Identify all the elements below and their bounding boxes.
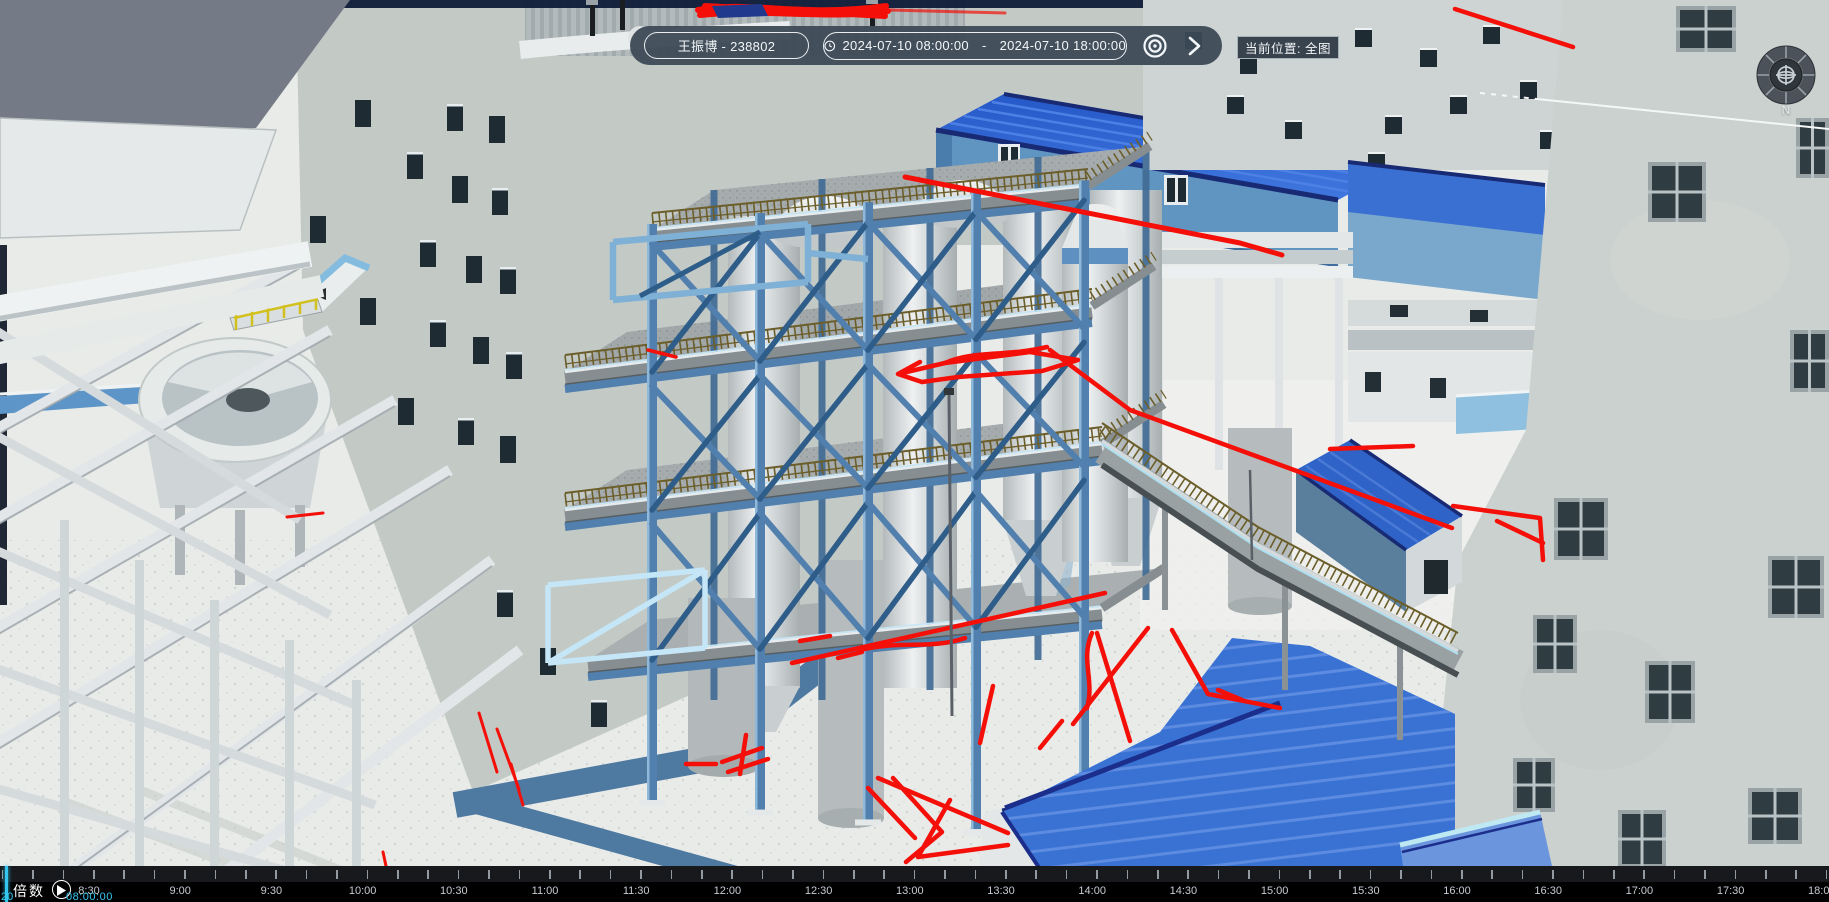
timeline-tick[interactable] bbox=[549, 870, 551, 879]
timeline-tick[interactable] bbox=[883, 870, 885, 879]
timeline-tick[interactable] bbox=[1309, 870, 1311, 879]
timeline-tick[interactable] bbox=[1461, 870, 1463, 879]
timeline-tick[interactable] bbox=[944, 870, 946, 879]
clipped-date-fragment: 20 bbox=[1, 891, 13, 902]
timeline-tick[interactable] bbox=[640, 870, 642, 879]
location-label: 当前位置: 全图 bbox=[1237, 36, 1339, 59]
timeline-label: 15:00 bbox=[1261, 885, 1289, 897]
timeline-tick[interactable] bbox=[792, 870, 794, 879]
locate-button[interactable] bbox=[1140, 31, 1170, 61]
timeline-tick[interactable] bbox=[671, 870, 673, 879]
north-label: N bbox=[1754, 103, 1818, 117]
chevron-right-icon bbox=[1183, 34, 1205, 58]
timeline-tick[interactable] bbox=[610, 870, 612, 879]
timeline-tick[interactable] bbox=[853, 870, 855, 879]
timeline-tick[interactable] bbox=[1157, 870, 1159, 879]
timeline-tick-strip[interactable] bbox=[0, 866, 1829, 883]
timeline-tick[interactable] bbox=[914, 870, 916, 879]
clock-icon bbox=[824, 39, 836, 53]
timeline-tick[interactable] bbox=[1795, 870, 1797, 879]
speed-label: 倍数 bbox=[13, 881, 45, 901]
timeline-tick[interactable] bbox=[1643, 870, 1645, 879]
timeline-tick[interactable] bbox=[1066, 870, 1068, 879]
timeline-label: 12:00 bbox=[714, 885, 742, 897]
timeline-label: 14:30 bbox=[1170, 885, 1198, 897]
timeline-label: 9:30 bbox=[261, 885, 282, 897]
timeline-tick[interactable] bbox=[1583, 870, 1585, 879]
timeline-tick[interactable] bbox=[1127, 870, 1129, 879]
timeline-tick[interactable] bbox=[427, 870, 429, 879]
time-range-picker[interactable]: 2024-07-10 08:00:00 - 2024-07-10 18:00:0… bbox=[823, 32, 1127, 60]
timeline-tick[interactable] bbox=[519, 870, 521, 879]
timeline-tick[interactable] bbox=[1218, 870, 1220, 879]
timeline-tick[interactable] bbox=[1735, 870, 1737, 879]
timeline-tick[interactable] bbox=[1248, 870, 1250, 879]
timeline-tick[interactable] bbox=[1552, 870, 1554, 879]
timeline-tick[interactable] bbox=[1613, 870, 1615, 879]
timeline-tick[interactable] bbox=[975, 870, 977, 879]
time-end[interactable]: 2024-07-10 18:00:00 bbox=[1000, 38, 1126, 53]
timeline-label: 16:00 bbox=[1443, 885, 1471, 897]
gyro-ring-icon bbox=[1754, 45, 1818, 109]
timeline-tick[interactable] bbox=[1491, 870, 1493, 879]
timeline-tick[interactable] bbox=[1522, 870, 1524, 879]
timeline-label: 16:30 bbox=[1534, 885, 1562, 897]
app-window: 王振博 - 238802 2024-07-10 08:00:00 - 2024-… bbox=[0, 0, 1829, 902]
timeline-tick[interactable] bbox=[762, 870, 764, 879]
timeline-tick[interactable] bbox=[367, 870, 369, 879]
compass-widget[interactable]: N bbox=[1754, 45, 1818, 123]
timeline-tick[interactable] bbox=[1339, 870, 1341, 879]
timeline-tick[interactable] bbox=[579, 870, 581, 879]
timeline-tick[interactable] bbox=[245, 870, 247, 879]
time-separator: - bbox=[982, 38, 987, 53]
timeline-tick[interactable] bbox=[306, 870, 308, 879]
timeline-tick[interactable] bbox=[1187, 870, 1189, 879]
time-start[interactable]: 2024-07-10 08:00:00 bbox=[843, 38, 969, 53]
person-select[interactable]: 王振博 - 238802 bbox=[644, 32, 809, 59]
timeline-label-row: 8:309:009:3010:0010:3011:0011:3012:0012:… bbox=[0, 882, 1829, 902]
location-text: 当前位置: 全图 bbox=[1245, 38, 1331, 57]
timeline-tick[interactable] bbox=[731, 870, 733, 879]
timeline-tick[interactable] bbox=[1035, 870, 1037, 879]
timeline-label: 18:00 bbox=[1808, 885, 1829, 897]
timeline-tick[interactable] bbox=[823, 870, 825, 879]
timeline[interactable]: 8:309:009:3010:0010:3011:0011:3012:0012:… bbox=[0, 866, 1829, 902]
search-next-button[interactable] bbox=[1183, 34, 1205, 58]
current-time: 08:00:00 bbox=[66, 891, 113, 902]
locate-icon bbox=[1140, 31, 1170, 61]
timeline-tick[interactable] bbox=[458, 870, 460, 879]
timeline-label: 10:00 bbox=[349, 885, 377, 897]
timeline-tick[interactable] bbox=[1431, 870, 1433, 879]
timeline-label: 17:30 bbox=[1717, 885, 1745, 897]
timeline-label: 13:30 bbox=[987, 885, 1015, 897]
toolbar: 王振博 - 238802 2024-07-10 08:00:00 - 2024-… bbox=[630, 26, 1222, 65]
timeline-tick[interactable] bbox=[336, 870, 338, 879]
timeline-tick[interactable] bbox=[397, 870, 399, 879]
person-label: 王振博 - 238802 bbox=[678, 36, 776, 55]
playback-controls: 20 倍数 08:00:00 bbox=[0, 866, 220, 902]
play-icon bbox=[57, 885, 66, 896]
timeline-tick[interactable] bbox=[1704, 870, 1706, 879]
timeline-label: 11:00 bbox=[532, 885, 559, 897]
timeline-label: 13:00 bbox=[896, 885, 924, 897]
timeline-tick[interactable] bbox=[488, 870, 490, 879]
timeline-tick[interactable] bbox=[1765, 870, 1767, 879]
timeline-label: 10:30 bbox=[440, 885, 468, 897]
timeline-tick[interactable] bbox=[1400, 870, 1402, 879]
timeline-label: 17:00 bbox=[1626, 885, 1654, 897]
timeline-tick[interactable] bbox=[275, 870, 277, 879]
timeline-tick[interactable] bbox=[1005, 870, 1007, 879]
timeline-label: 15:30 bbox=[1352, 885, 1380, 897]
timeline-label: 14:00 bbox=[1078, 885, 1106, 897]
scene-3d-viewport[interactable] bbox=[0, 0, 1829, 902]
timeline-tick[interactable] bbox=[1826, 870, 1828, 879]
timeline-tick[interactable] bbox=[1370, 870, 1372, 879]
timeline-tick[interactable] bbox=[1279, 870, 1281, 879]
timeline-tick[interactable] bbox=[701, 870, 703, 879]
timeline-tick[interactable] bbox=[1674, 870, 1676, 879]
timeline-label: 12:30 bbox=[805, 885, 833, 897]
timeline-label: 11:30 bbox=[623, 885, 650, 897]
timeline-tick[interactable] bbox=[1096, 870, 1098, 879]
